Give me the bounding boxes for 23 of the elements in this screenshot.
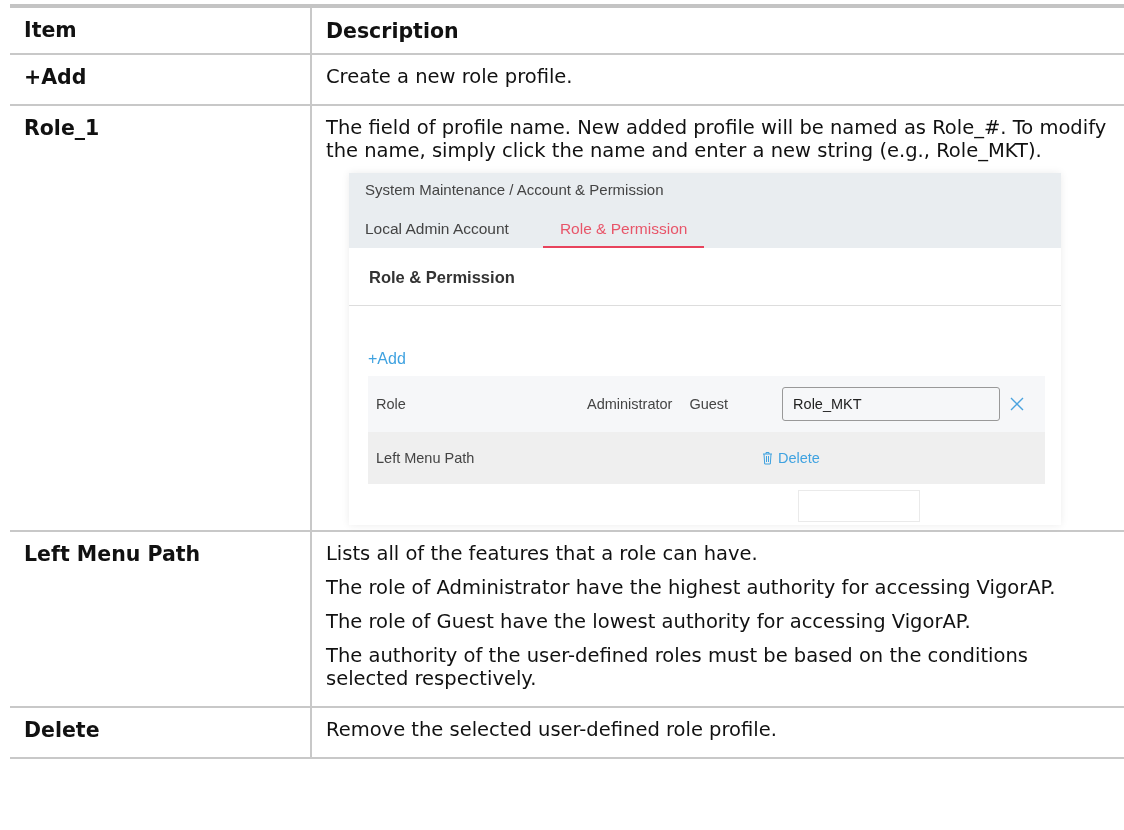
role-name[interactable]: Administrator bbox=[587, 396, 673, 412]
role-name-input[interactable]: Role_MKT bbox=[782, 387, 1001, 421]
description-text: The role of Administrator have the highest authority for accessing VigorAP. bbox=[326, 576, 1057, 599]
description-text: Lists all of the features that a role can have. bbox=[326, 542, 759, 565]
column-header: Description bbox=[326, 19, 459, 43]
panel-title: Role & Permission bbox=[369, 268, 515, 286]
row-label: Left Menu Path bbox=[376, 450, 476, 466]
row-label: Role bbox=[376, 396, 407, 412]
breadcrumb: System Maintenance / Account & Permission bbox=[365, 181, 664, 198]
description-text: The role of Guest have the lowest authority for accessing VigorAP. bbox=[326, 610, 972, 633]
description-text: Create a new role profile. bbox=[326, 65, 574, 88]
item-name: Left Menu Path bbox=[24, 542, 201, 566]
role-name[interactable]: Guest bbox=[689, 396, 729, 412]
tab[interactable]: Local Admin Account bbox=[365, 218, 526, 248]
description-text: The authority of the user-defined roles must be based on the conditions selected respectively. bbox=[326, 644, 1029, 690]
item-name: +Add bbox=[24, 65, 87, 89]
description-text: The field of profile name. New added profile will be named as Role_#. To modify the name, simply click the name and enter a new string (e.g., Role_MKT). bbox=[326, 116, 1108, 162]
column-header: Item bbox=[24, 18, 77, 42]
item-name: Delete bbox=[24, 718, 100, 742]
item-name: Role_1 bbox=[24, 116, 100, 140]
close-icon[interactable] bbox=[1010, 397, 1025, 411]
description-text: Remove the selected user-defined role profile. bbox=[326, 718, 778, 741]
trash-icon bbox=[762, 451, 773, 465]
